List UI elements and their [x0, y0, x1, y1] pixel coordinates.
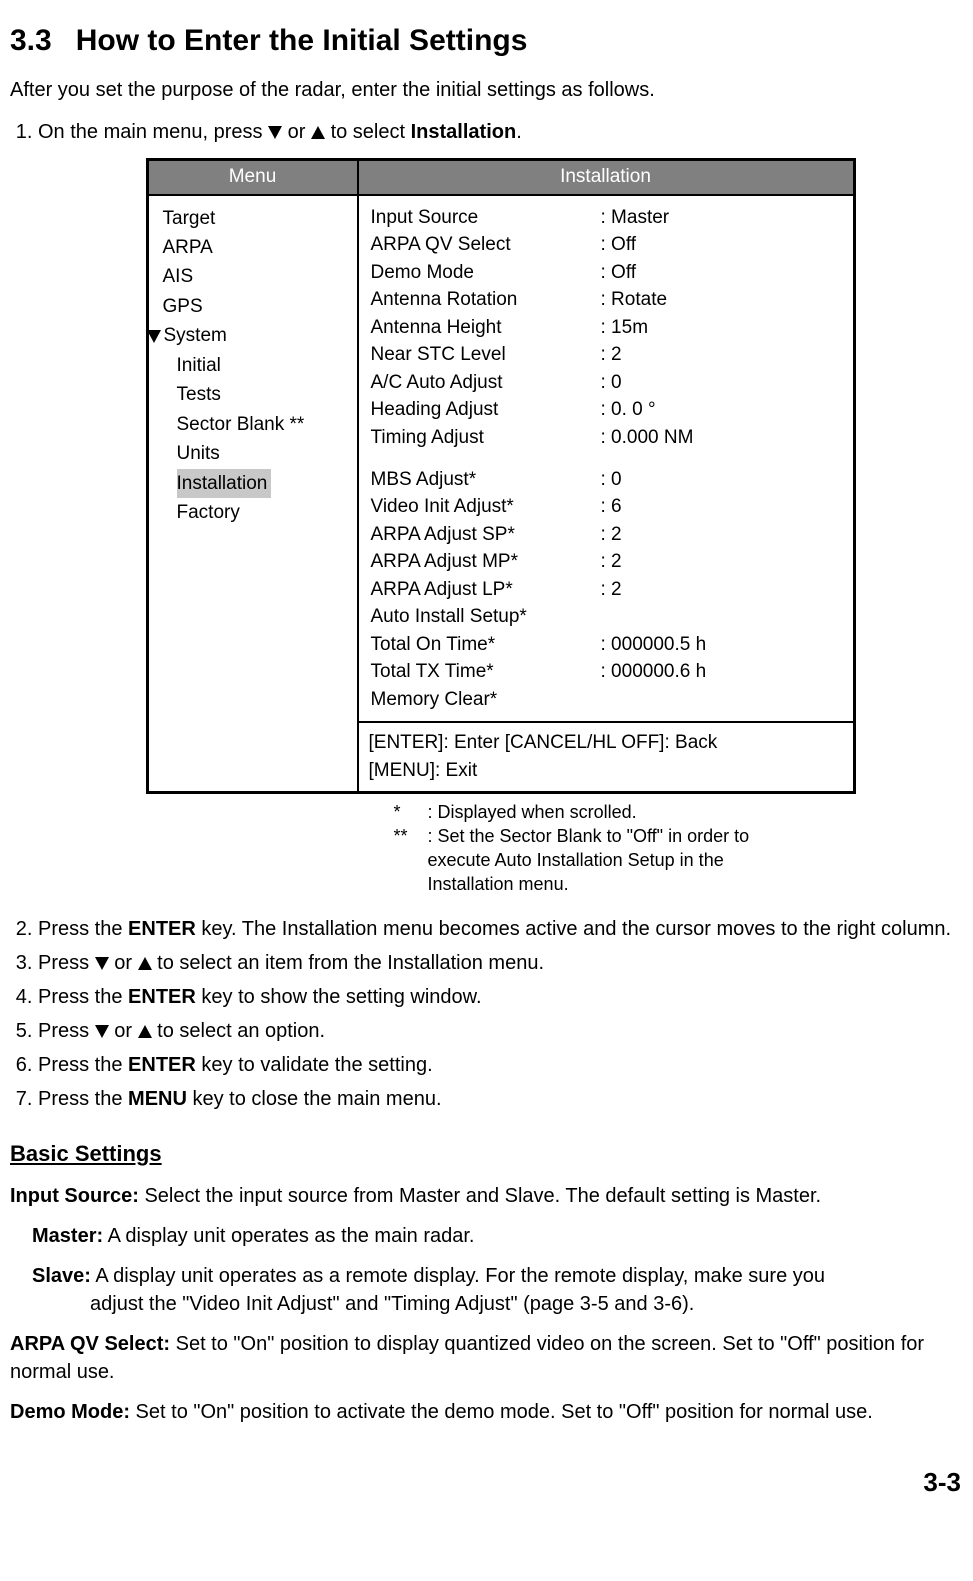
basic-settings-heading: Basic Settings [10, 1139, 963, 1170]
setting-row: Demo Mode: Off [371, 259, 843, 287]
menu-panel-left: Menu Target ARPA AIS GPS System Initial … [149, 161, 359, 791]
menu-item-target: Target [163, 204, 349, 233]
menu-item-arpa: ARPA [163, 233, 349, 262]
setting-row: Memory Clear* [371, 686, 843, 714]
menu-item-sector-blank: Sector Blank ** [163, 410, 349, 439]
step-7: Press the MENU key to close the main men… [38, 1085, 963, 1113]
setting-row: Heading Adjust: 0. 0 ° [371, 396, 843, 424]
page-number: 3-3 [10, 1464, 961, 1500]
setting-row: ARPA Adjust MP*: 2 [371, 548, 843, 576]
setting-row: Total TX Time*: 000000.6 h [371, 658, 843, 686]
menu-title-left: Menu [149, 161, 357, 196]
setting-row: Near STC Level: 2 [371, 341, 843, 369]
demo-mode-para: Demo Mode: Set to "On" position to activ… [10, 1398, 963, 1426]
triangle-down-icon [268, 126, 282, 139]
setting-row: A/C Auto Adjust: 0 [371, 369, 843, 397]
step-4: Press the ENTER key to show the setting … [38, 983, 963, 1011]
menu-item-ais: AIS [163, 262, 349, 291]
section-title: How to Enter the Initial Settings [76, 24, 528, 57]
triangle-down-icon [147, 330, 161, 343]
setting-row: Video Init Adjust*: 6 [371, 493, 843, 521]
figure-footnotes: *: Displayed when scrolled. **: Set the … [394, 800, 856, 897]
menu-item-initial: Initial [163, 351, 349, 380]
menu-item-factory: Factory [163, 498, 349, 527]
triangle-up-icon [138, 1025, 152, 1038]
setting-row: Auto Install Setup* [371, 603, 843, 631]
menu-item-tests: Tests [163, 380, 349, 409]
slave-para: Slave: A display unit operates as a remo… [32, 1262, 963, 1318]
setting-row: ARPA Adjust LP*: 2 [371, 576, 843, 604]
menu-title-right: Installation [359, 161, 853, 196]
setting-row: Input Source: Master [371, 204, 843, 232]
menu-figure: Menu Target ARPA AIS GPS System Initial … [146, 158, 856, 897]
intro-text: After you set the purpose of the radar, … [10, 76, 963, 104]
setting-row: ARPA Adjust SP*: 2 [371, 521, 843, 549]
setting-row: Timing Adjust: 0.000 NM [371, 424, 843, 452]
menu-item-installation-selected: Installation [163, 469, 349, 498]
menu-panel-right: Installation Input Source: Master ARPA Q… [359, 161, 853, 791]
master-para: Master: A display unit operates as the m… [32, 1222, 963, 1250]
section-heading: 3.3 How to Enter the Initial Settings [10, 20, 963, 62]
section-number: 3.3 [10, 24, 52, 57]
step-1: On the main menu, press or to select Ins… [38, 118, 963, 897]
setting-row: MBS Adjust*: 0 [371, 466, 843, 494]
hint-bar: [ENTER]: Enter [CANCEL/HL OFF]: Back [ME… [359, 721, 853, 790]
arpa-qv-para: ARPA QV Select: Set to "On" position to … [10, 1330, 963, 1386]
setting-row: Antenna Rotation: Rotate [371, 286, 843, 314]
triangle-down-icon [95, 957, 109, 970]
setting-row: Total On Time*: 000000.5 h [371, 631, 843, 659]
step-5: Press or to select an option. [38, 1017, 963, 1045]
footnote-mark: ** [394, 824, 428, 848]
triangle-down-icon [95, 1025, 109, 1038]
setting-row: ARPA QV Select: Off [371, 231, 843, 259]
triangle-up-icon [311, 126, 325, 139]
input-source-para: Input Source: Select the input source fr… [10, 1182, 963, 1210]
step-2: Press the ENTER key. The Installation me… [38, 915, 963, 943]
menu-item-system: System [147, 321, 349, 350]
step-6: Press the ENTER key to validate the sett… [38, 1051, 963, 1079]
menu-item-gps: GPS [163, 292, 349, 321]
menu-item-units: Units [163, 439, 349, 468]
triangle-up-icon [138, 957, 152, 970]
step-3: Press or to select an item from the Inst… [38, 949, 963, 977]
setting-row: Antenna Height: 15m [371, 314, 843, 342]
footnote-mark: * [394, 800, 428, 824]
